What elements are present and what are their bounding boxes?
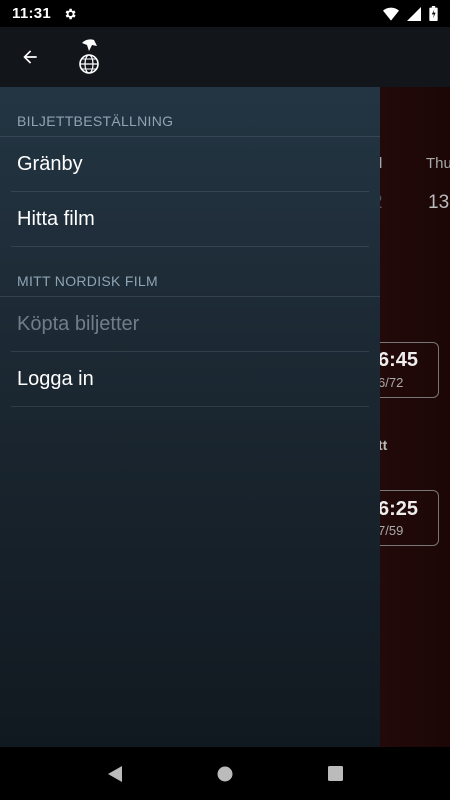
- app-logo-icon: [79, 39, 99, 74]
- nav-home-button[interactable]: [205, 754, 245, 794]
- recents-square-icon: [327, 766, 343, 781]
- showtime-time: 6:25: [378, 498, 419, 520]
- back-button[interactable]: [0, 27, 60, 87]
- section-header-booking: BILJETTBESTÄLLNING: [0, 87, 380, 137]
- gear-icon: [65, 8, 76, 19]
- app-bar: [0, 27, 450, 87]
- signal-icon: [407, 6, 421, 21]
- showtime-time: 6:45: [378, 349, 419, 371]
- menu-item-find-film[interactable]: Hitta film: [11, 192, 369, 247]
- date-number[interactable]: 13: [428, 192, 449, 214]
- nav-recents-button[interactable]: [315, 754, 355, 794]
- menu-item-purchased-tickets: Köpta biljetter: [11, 297, 369, 352]
- system-nav-bar: [0, 747, 450, 800]
- nav-back-button[interactable]: [95, 754, 135, 794]
- menu-item-granby[interactable]: Gränby: [11, 137, 369, 192]
- wifi-icon: [383, 7, 399, 21]
- status-bar: 11:31: [0, 0, 450, 27]
- back-arrow-icon: [23, 50, 37, 64]
- showtime-seats: 7/59: [378, 523, 404, 538]
- home-circle-icon: [217, 766, 233, 781]
- battery-icon: [429, 6, 438, 21]
- section-header-my-account: MITT NORDISK FILM: [0, 247, 380, 297]
- showtime-seats: 6/72: [378, 375, 404, 390]
- navigation-drawer: BILJETTBESTÄLLNING Gränby Hitta film MIT…: [0, 87, 380, 747]
- status-icons: [383, 6, 438, 21]
- back-triangle-icon: [108, 765, 122, 782]
- menu-item-login[interactable]: Logga in: [11, 352, 369, 407]
- status-time: 11:31: [12, 5, 52, 22]
- day-label: Thu: [426, 155, 450, 172]
